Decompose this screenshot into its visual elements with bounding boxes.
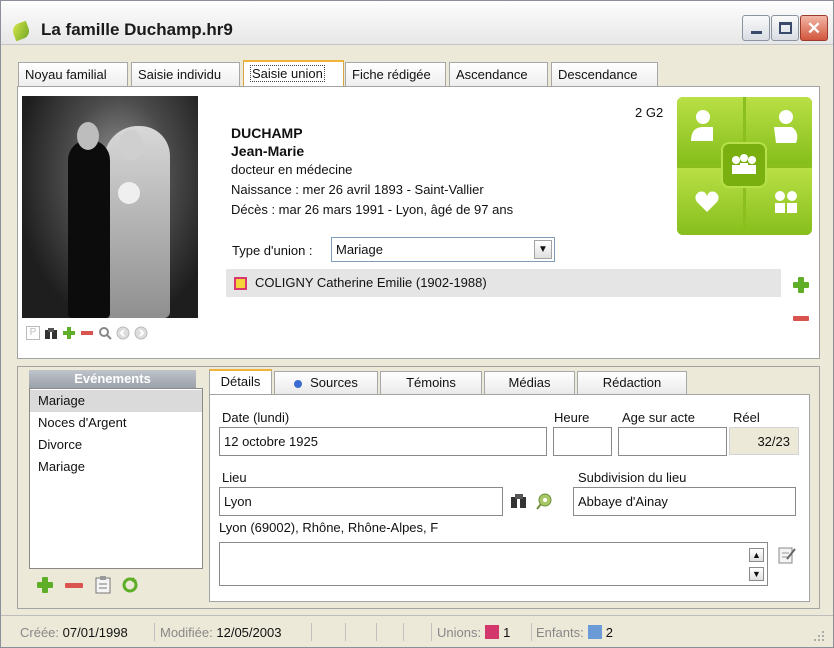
chevron-down-icon[interactable]: ▼ — [534, 240, 552, 259]
created-status: Créée: 07/01/1998 — [20, 625, 128, 640]
modified-status: Modifiée: 12/05/2003 — [160, 625, 282, 640]
tab-redaction[interactable]: Rédaction — [577, 371, 687, 394]
union-type-select[interactable]: Mariage ▼ — [331, 237, 555, 262]
sources-dot-icon — [294, 379, 303, 388]
minimize-icon — [751, 31, 762, 34]
age-field[interactable] — [618, 427, 727, 456]
family-navigator[interactable] — [677, 97, 812, 235]
children-color-swatch — [587, 625, 602, 639]
add-spouse-icon[interactable] — [793, 277, 809, 293]
tab-descendance[interactable]: Descendance — [551, 62, 658, 86]
window-title: La famille Duchamp.hr9 — [41, 20, 233, 39]
spouse-row[interactable]: COLIGNY Catherine Emilie (1902-1988) — [226, 269, 781, 297]
leaf-app-icon — [10, 20, 32, 42]
person-birth: Naissance : mer 26 avril 1893 - Saint-Va… — [231, 182, 484, 197]
person-info: DUCHAMP Jean-Marie docteur en médecine N… — [231, 124, 513, 220]
tab-saisie-union[interactable]: Saisie union — [243, 60, 344, 87]
tab-temoins[interactable]: Témoins — [380, 371, 482, 394]
event-item[interactable]: Noces d'Argent — [30, 412, 202, 434]
scroll-up-icon[interactable]: ▲ — [749, 548, 764, 562]
person-firstname: Jean-Marie — [231, 143, 305, 159]
add-photo-icon[interactable] — [62, 326, 76, 340]
place-full-text: Lyon (69002), Rhône, Rhône-Alpes, F — [219, 520, 439, 535]
time-label: Heure — [554, 410, 590, 425]
event-item[interactable]: Mariage — [30, 390, 202, 412]
date-field[interactable]: 12 octobre 1925 — [219, 427, 547, 456]
subdivision-label: Subdivision du lieu — [578, 470, 687, 485]
clipboard-icon[interactable] — [95, 576, 111, 597]
date-label: Date (lundi) — [222, 410, 290, 425]
event-item[interactable]: Divorce — [30, 434, 202, 456]
close-icon: ✕ — [806, 19, 822, 38]
maximize-icon — [779, 22, 792, 34]
events-list[interactable]: Mariage Noces d'Argent Divorce Mariage — [29, 388, 203, 569]
tab-ascendance[interactable]: Ascendance — [449, 62, 548, 86]
remove-photo-icon[interactable] — [80, 326, 94, 340]
real-age-label: Réel — [733, 410, 760, 425]
person-surname: DUCHAMP — [231, 125, 303, 141]
tab-medias[interactable]: Médias — [484, 371, 575, 394]
place-field[interactable]: Lyon — [219, 487, 503, 516]
resize-grip-icon[interactable] — [813, 630, 825, 645]
female-marker-icon — [234, 277, 247, 290]
minimize-button[interactable] — [742, 15, 770, 41]
title-bar[interactable]: La famille Duchamp.hr9 ✕ — [1, 1, 833, 45]
map-pin-icon[interactable] — [535, 492, 553, 510]
maximize-button[interactable] — [771, 15, 799, 41]
family-group-icon — [732, 154, 756, 174]
family-center-tile[interactable] — [721, 142, 767, 188]
tab-saisie-individu[interactable]: Saisie individu — [131, 62, 240, 86]
portrait-icon[interactable]: P — [26, 326, 40, 340]
previous-photo-icon[interactable] — [116, 326, 130, 340]
spouse-name: COLIGNY Catherine Emilie (1902-1988) — [255, 275, 487, 290]
real-age-value: 32/23 — [729, 427, 799, 455]
event-item[interactable]: Mariage — [30, 456, 202, 478]
zoom-icon[interactable] — [98, 326, 112, 340]
app-window: La famille Duchamp.hr9 ✕ Noyau familial … — [0, 0, 834, 648]
remove-event-icon[interactable] — [65, 583, 83, 588]
tab-fiche-redigee[interactable]: Fiche rédigée — [345, 62, 446, 86]
binoculars-icon[interactable] — [510, 493, 528, 509]
next-photo-icon[interactable] — [134, 326, 148, 340]
unions-color-swatch — [485, 625, 500, 639]
generation-code: 2 G2 — [635, 105, 664, 120]
unions-status: Unions: 1 — [437, 625, 511, 640]
add-event-icon[interactable] — [37, 577, 53, 593]
union-type-label: Type d'union : — [232, 243, 313, 258]
tab-details[interactable]: Détails — [209, 369, 272, 395]
status-bar: Créée: 07/01/1998 Modifiée: 12/05/2003 U… — [1, 615, 833, 647]
scroll-down-icon[interactable]: ▼ — [749, 567, 764, 581]
events-header: Evénements — [29, 370, 196, 388]
children-status: Enfants: 2 — [536, 625, 613, 640]
place-label: Lieu — [222, 470, 247, 485]
refresh-icon[interactable] — [121, 576, 139, 597]
subdivision-field[interactable]: Abbaye d'Ainay — [573, 487, 796, 516]
tab-noyau-familial[interactable]: Noyau familial — [18, 62, 128, 86]
binoculars-icon[interactable] — [44, 326, 58, 340]
person-death: Décès : mar 26 mars 1991 - Lyon, âgé de … — [231, 202, 514, 217]
memo-field[interactable] — [219, 542, 768, 586]
person-occupation: docteur en médecine — [231, 162, 353, 177]
close-button[interactable]: ✕ — [800, 15, 828, 41]
tab-sources[interactable]: Sources — [274, 371, 378, 394]
couple-photo[interactable] — [22, 96, 198, 318]
time-field[interactable] — [553, 427, 612, 456]
edit-note-icon[interactable] — [778, 546, 796, 567]
age-label: Age sur acte — [622, 410, 695, 425]
remove-spouse-icon[interactable] — [793, 316, 809, 321]
